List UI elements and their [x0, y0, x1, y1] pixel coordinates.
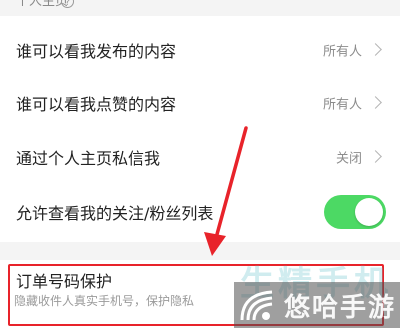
row-private-message[interactable]: 通过个人主页私信我 关闭	[0, 129, 400, 185]
watermark-logo-icon	[240, 290, 273, 321]
row-label: 谁可以看我发布的内容	[16, 42, 177, 61]
row-label: 谁可以看我点赞的内容	[16, 95, 177, 114]
section-header: 个人主页 ?	[0, 0, 400, 16]
watermark: 悠哈手游	[234, 282, 400, 328]
chevron-right-icon	[369, 150, 382, 163]
watermark-text: 悠哈手游	[284, 293, 397, 323]
toggle-knob	[355, 198, 383, 226]
row-who-can-see-posts[interactable]: 谁可以看我发布的内容 所有人	[0, 22, 400, 78]
row-value: 关闭	[335, 151, 362, 167]
row-value: 所有人	[322, 44, 362, 60]
question-circle-icon[interactable]: ?	[61, 0, 74, 8]
chevron-right-icon	[369, 96, 382, 109]
privacy-settings-screen: 个人主页 ? 谁可以看我发布的内容 所有人 谁可以看我点赞的内容 所有人 通过个…	[0, 0, 400, 331]
row-value: 所有人	[322, 97, 362, 113]
row-follow-list: 允许查看我的关注/粉丝列表	[0, 184, 400, 240]
follow-list-toggle[interactable]	[324, 195, 386, 229]
settings-group: 谁可以看我发布的内容 所有人 谁可以看我点赞的内容 所有人 通过个人主页私信我 …	[0, 16, 400, 242]
chevron-right-icon	[369, 43, 382, 56]
row-label: 允许查看我的关注/粉丝列表	[16, 204, 214, 223]
row-label: 通过个人主页私信我	[16, 149, 161, 168]
row-who-can-see-likes[interactable]: 谁可以看我点赞的内容 所有人	[0, 75, 400, 131]
